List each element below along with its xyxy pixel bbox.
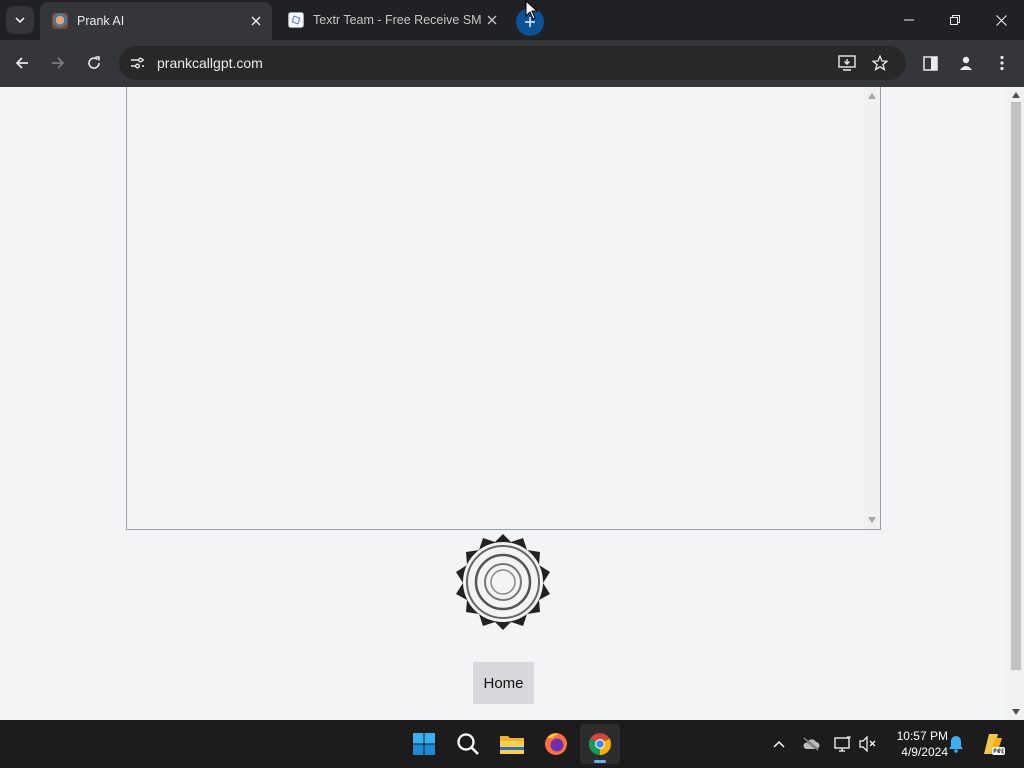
network-icon [834, 736, 851, 752]
notifications-button[interactable] [944, 732, 968, 756]
profile-button[interactable] [951, 48, 981, 78]
minimize-button[interactable] [886, 0, 932, 40]
menu-button[interactable] [987, 48, 1017, 78]
file-explorer-button[interactable] [492, 724, 532, 764]
clock-date: 4/9/2024 [901, 745, 948, 759]
clock-time: 10:57 PM [896, 729, 948, 743]
audio-visualizer-icon [456, 534, 550, 630]
taskbar-clock[interactable]: 10:57 PM 4/9/2024 [884, 728, 948, 760]
reload-icon [88, 56, 100, 69]
chrome-button[interactable] [580, 724, 620, 764]
tab-search-button[interactable] [6, 6, 34, 34]
tab-title: Prank AI [77, 14, 125, 28]
scroll-up-arrow-icon[interactable] [1012, 92, 1020, 98]
copilot-pre-icon [984, 734, 1005, 755]
tab-title: Textr Team - Free Receive SMS [313, 13, 482, 27]
tab-strip: Prank AI Textr Team - Free Receive SMS [0, 0, 1024, 40]
address-bar[interactable]: prankcallgpt.com [119, 46, 906, 80]
forward-button[interactable] [43, 48, 73, 78]
taskbar: 10:57 PM 4/9/2024 [0, 720, 1024, 768]
page-viewport: Home [0, 87, 1024, 720]
restore-button[interactable] [932, 0, 978, 40]
bell-icon [949, 736, 963, 753]
chevron-down-icon [15, 17, 25, 24]
start-button[interactable] [404, 724, 444, 764]
scroll-down-arrow-icon[interactable] [868, 517, 876, 523]
windows-logo-icon [413, 733, 435, 755]
home-button[interactable]: Home [473, 662, 534, 704]
frame-scrollbar[interactable] [864, 87, 880, 529]
page-scrollbar[interactable] [1007, 87, 1024, 720]
folder-icon [500, 736, 524, 754]
side-panel-button[interactable] [915, 48, 945, 78]
active-app-indicator [594, 760, 606, 763]
install-app-icon[interactable] [838, 55, 856, 71]
back-button[interactable] [7, 48, 37, 78]
arrow-right-icon [52, 57, 65, 69]
close-tab-icon[interactable] [246, 11, 266, 31]
close-tab-icon[interactable] [482, 10, 502, 30]
chat-frame[interactable] [126, 87, 881, 530]
reload-button[interactable] [79, 48, 109, 78]
more-vert-icon [1000, 55, 1004, 71]
prank-ai-favicon-icon [52, 13, 68, 29]
scroll-down-arrow-icon[interactable] [1012, 709, 1020, 715]
volume-muted-icon [859, 736, 876, 752]
scroll-up-arrow-icon[interactable] [868, 93, 876, 99]
mouse-cursor-icon [525, 0, 539, 20]
restore-icon [950, 15, 960, 25]
close-window-button[interactable] [978, 0, 1024, 40]
browser-toolbar: prankcallgpt.com [0, 40, 1024, 87]
chevron-up-icon [773, 740, 785, 748]
side-panel-icon [922, 55, 938, 71]
copilot-button[interactable] [979, 732, 1007, 756]
onedrive-tray-button[interactable] [799, 732, 823, 756]
chrome-icon [589, 733, 611, 755]
minimize-icon [904, 19, 914, 21]
bookmark-star-icon[interactable] [872, 55, 888, 71]
volume-tray-button[interactable] [856, 732, 880, 756]
site-settings-icon[interactable] [130, 56, 145, 70]
url-text: prankcallgpt.com [157, 55, 263, 71]
firefox-icon [545, 733, 567, 755]
scrollbar-thumb[interactable] [1011, 102, 1021, 670]
show-hidden-icons-button[interactable] [767, 732, 791, 756]
arrow-left-icon [15, 57, 28, 69]
textr-favicon-icon [288, 12, 304, 28]
close-icon [995, 14, 1007, 26]
cloud-offline-icon [803, 737, 820, 751]
firefox-button[interactable] [536, 724, 576, 764]
search-button[interactable] [448, 724, 488, 764]
tab-textr-team[interactable]: Textr Team - Free Receive SMS [276, 0, 508, 40]
network-tray-button[interactable] [831, 732, 855, 756]
search-icon [457, 733, 479, 755]
profile-icon [960, 56, 972, 70]
tab-prank-ai[interactable]: Prank AI [40, 2, 272, 40]
